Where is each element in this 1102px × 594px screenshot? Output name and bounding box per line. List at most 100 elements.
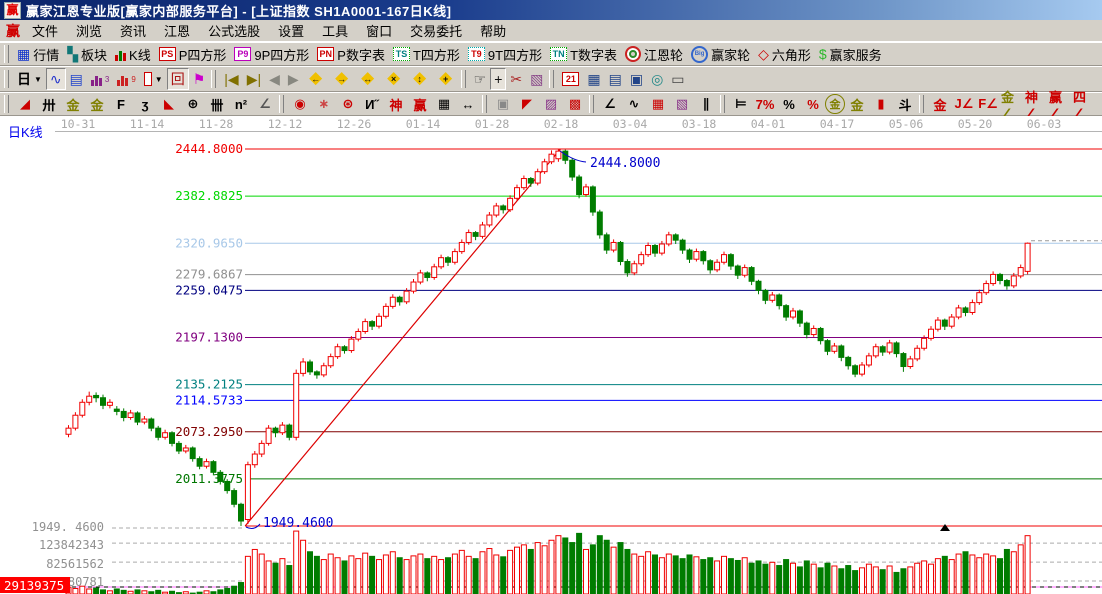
menu-item-9[interactable]: 帮助 bbox=[472, 19, 514, 42]
zoom-all-button[interactable]: ◆+ bbox=[433, 68, 459, 90]
toolbar-grip[interactable] bbox=[4, 70, 9, 88]
save-icon[interactable]: ▣ bbox=[626, 68, 647, 90]
percent-line-tool[interactable]: % bbox=[801, 93, 825, 115]
goto-last-button[interactable]: ▶| bbox=[243, 68, 265, 90]
si-angle-tool[interactable]: 四∠ bbox=[1072, 93, 1096, 115]
menu-item-2[interactable]: 资讯 bbox=[112, 19, 154, 42]
network-icon[interactable]: ◎ bbox=[647, 68, 667, 90]
win-lines-tool[interactable]: 赢 bbox=[408, 93, 432, 115]
gold-angle-tool[interactable]: 金∠ bbox=[1000, 93, 1024, 115]
info-panel-icon[interactable]: ▤ bbox=[66, 68, 87, 90]
hexagon-button[interactable]: ◇六角形 bbox=[754, 43, 815, 65]
red-grid-tool[interactable]: ▦ bbox=[646, 93, 670, 115]
hand-tool-icon[interactable]: ☞ bbox=[470, 68, 491, 90]
gann-circle-tool[interactable]: ⊕ bbox=[181, 93, 205, 115]
shade-grid-tool[interactable]: ▧ bbox=[670, 93, 694, 115]
p-square-button[interactable]: PSP四方形 bbox=[155, 43, 231, 65]
sectors-button[interactable]: ▚板块 bbox=[63, 43, 111, 65]
menu-item-8[interactable]: 交易委托 bbox=[402, 19, 470, 42]
gold-levels-tool[interactable]: 金 bbox=[845, 93, 869, 115]
gann-lines-tool[interactable]: 卅 bbox=[37, 93, 61, 115]
flag-marker-icon[interactable]: ⚑ bbox=[189, 68, 210, 90]
shen-lines-tool[interactable]: 神 bbox=[384, 93, 408, 115]
wave-mark-tool[interactable]: И˝ bbox=[360, 93, 384, 115]
target-tool[interactable]: ◉ bbox=[288, 93, 312, 115]
brush-tool[interactable]: ◢ bbox=[13, 93, 37, 115]
title-bar[interactable]: 赢 赢家江恩专业版[赢家内部服务平台] - [上证指数 SH1A0001-167… bbox=[0, 0, 1102, 20]
gold-split2-tool[interactable]: 金 bbox=[85, 93, 109, 115]
fan-box-tool[interactable]: ▨ bbox=[539, 93, 563, 115]
minute9-chart-icon[interactable]: 9 bbox=[113, 68, 139, 90]
format-tool-icon[interactable]: ▧ bbox=[526, 68, 547, 90]
grid-ruler-tool[interactable]: ▦ bbox=[432, 93, 456, 115]
period-day-dropdown[interactable]: 日▼ bbox=[13, 68, 46, 90]
fibonacci-lines-tool[interactable]: F bbox=[109, 93, 133, 115]
t-number-table-button[interactable]: TNT数字表 bbox=[546, 43, 621, 65]
scroll-right-button[interactable]: ◆→ bbox=[329, 68, 355, 90]
ninet-square-button[interactable]: T99T四方形 bbox=[464, 43, 546, 65]
wave-tool[interactable]: ∿ bbox=[622, 93, 646, 115]
shen-angle-tool[interactable]: 神∠ bbox=[1024, 93, 1048, 115]
zoom-v-button[interactable]: ◆↕ bbox=[407, 68, 433, 90]
t-square-button[interactable]: TST四方形 bbox=[389, 43, 464, 65]
calendar-icon[interactable]: 21 bbox=[558, 68, 583, 90]
chart-canvas[interactable]: 10-3111-1411-2812-1212-2601-1401-2802-18… bbox=[0, 116, 1102, 594]
percent7-tool[interactable]: 7% bbox=[753, 93, 777, 115]
web-box-tool[interactable]: ▩ bbox=[563, 93, 587, 115]
toolbar-grip[interactable] bbox=[4, 45, 9, 63]
menu-item-3[interactable]: 江恩 bbox=[156, 19, 198, 42]
menu-item-0[interactable]: 文件 bbox=[24, 19, 66, 42]
cut-tool-icon[interactable]: ✂ bbox=[506, 68, 526, 90]
candle-pen-tool[interactable]: ▮ bbox=[869, 93, 893, 115]
candle-style-dropdown[interactable]: ▼ bbox=[140, 68, 167, 90]
rect-select-tool[interactable]: ▣ bbox=[491, 93, 515, 115]
menu-item-1[interactable]: 浏览 bbox=[68, 19, 110, 42]
ruler-lines-tool[interactable]: 卌 bbox=[205, 93, 229, 115]
kline-button[interactable]: K线 bbox=[111, 43, 155, 65]
width-measure-tool[interactable]: ↔ bbox=[456, 93, 480, 115]
percent-tool[interactable]: % bbox=[777, 93, 801, 115]
win-angle-tool[interactable]: 赢∠ bbox=[1048, 93, 1072, 115]
gold-circle-tool[interactable]: 金 bbox=[825, 94, 845, 114]
trend-angle-tool[interactable]: ∠ bbox=[598, 93, 622, 115]
p-number-table-button[interactable]: PNP数字表 bbox=[313, 43, 389, 65]
zoom-h-button[interactable]: ◆↔ bbox=[355, 68, 381, 90]
spiral-tool[interactable]: ʒ bbox=[133, 93, 157, 115]
notepad-icon[interactable]: ▤ bbox=[605, 68, 626, 90]
parallel-lines-tool[interactable]: ∥ bbox=[694, 93, 718, 115]
menu-item-6[interactable]: 工具 bbox=[314, 19, 356, 42]
dipper-tool[interactable]: 斗 bbox=[893, 93, 917, 115]
calculator-icon[interactable]: ▦ bbox=[583, 68, 604, 90]
star-web-tool[interactable]: ∗ bbox=[312, 93, 336, 115]
gold-wave-tool[interactable]: 金 bbox=[928, 93, 952, 115]
next-bar-button[interactable]: ▶ bbox=[284, 68, 303, 90]
minute3-chart-icon[interactable]: 3 bbox=[87, 68, 113, 90]
prev-bar-button[interactable]: ◀ bbox=[265, 68, 284, 90]
print-icon[interactable]: ▭ bbox=[667, 68, 688, 90]
menu-item-7[interactable]: 窗口 bbox=[358, 19, 400, 42]
goto-first-button[interactable]: |◀ bbox=[220, 68, 242, 90]
menu-item-5[interactable]: 设置 bbox=[270, 19, 312, 42]
f-angle-tool[interactable]: F∠ bbox=[976, 93, 1000, 115]
gann-wheel-button[interactable]: 江恩轮 bbox=[621, 43, 687, 65]
minute-chart-icon[interactable]: ∿ bbox=[46, 68, 66, 90]
scroll-left-button[interactable]: ◆← bbox=[303, 68, 329, 90]
square-numbers-tool[interactable]: n² bbox=[229, 93, 253, 115]
web-square-tool[interactable]: ⊛ bbox=[336, 93, 360, 115]
compress-button[interactable]: ◆× bbox=[381, 68, 407, 90]
angle-tool[interactable]: ∠ bbox=[253, 93, 277, 115]
winner-service-button[interactable]: $赢家服务 bbox=[815, 43, 886, 65]
ninep-square-button[interactable]: P99P四方形 bbox=[230, 43, 313, 65]
toolbar-grip[interactable] bbox=[4, 95, 9, 113]
crosshair-tool-icon[interactable]: + bbox=[490, 68, 506, 90]
chip-distribution-icon[interactable]: 回 bbox=[167, 68, 189, 90]
marker-tool[interactable]: ◣ bbox=[157, 93, 181, 115]
j-angle-tool[interactable]: J∠ bbox=[952, 93, 976, 115]
child-window-icon[interactable]: 赢 bbox=[4, 21, 22, 41]
quotes-button[interactable]: ▦行情 bbox=[13, 43, 63, 65]
menu-item-4[interactable]: 公式选股 bbox=[200, 19, 268, 42]
speed-fan-tool[interactable]: ◤ bbox=[515, 93, 539, 115]
gold-split-tool[interactable]: 金 bbox=[61, 93, 85, 115]
price-scale-tool[interactable]: ⊨ bbox=[729, 93, 753, 115]
winner-wheel-button[interactable]: Big赢家轮 bbox=[687, 43, 754, 65]
